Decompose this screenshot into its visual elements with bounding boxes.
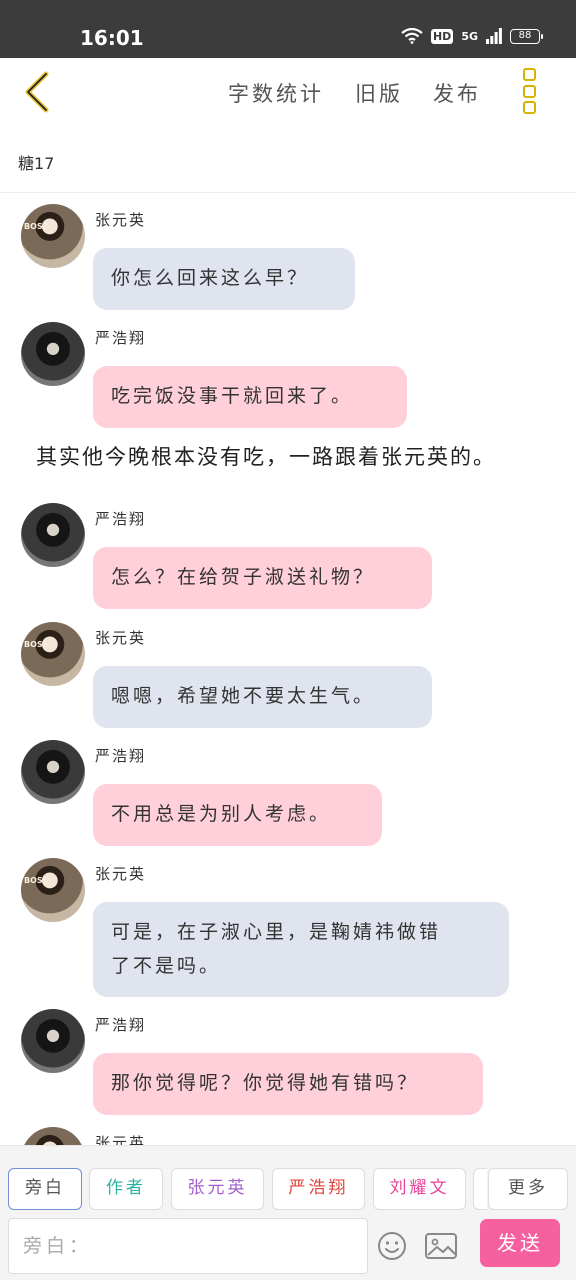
menu-dot-icon [523,101,536,114]
chevron-left-icon [25,71,49,113]
message-text: 那你觉得呢？你觉得她有错吗？ [111,1072,420,1094]
more-roles-button[interactable]: 更多 [488,1168,568,1210]
signal-bars-icon [486,28,502,44]
message-bubble[interactable]: 那你觉得呢？你觉得她有错吗？ [93,1053,483,1115]
message-bubble[interactable]: 怎么？在给贺子淑送礼物？ [93,547,432,609]
avatar[interactable] [21,740,85,804]
message-text: 怎么？在给贺子淑送礼物？ [111,566,376,588]
story-title: 糖17 [18,154,55,173]
narration-text: 其实他今晚根本没有吃，一路跟着张元英的。 [36,445,496,469]
role-zhang-button[interactable]: 张元英 [171,1168,264,1210]
avatar[interactable] [21,322,85,386]
sender-name: 严浩翔 [95,1016,147,1034]
message-bubble[interactable]: 吃完饭没事干就回来了。 [93,366,407,428]
image-button[interactable] [424,1230,458,1262]
role-yan-button[interactable]: 严浩翔 [272,1168,365,1210]
wifi-icon [401,28,423,44]
word-count-button[interactable]: 字数统计 [228,78,324,108]
sender-name: 张元英 [95,1134,147,1145]
avatar[interactable] [21,503,85,567]
message-input[interactable] [9,1219,367,1273]
sender-name: 张元英 [95,211,147,229]
emoji-button[interactable] [376,1230,408,1262]
compose-bar: 旁白 作者 张元英 严浩翔 刘耀文 更多 发送 [0,1145,576,1280]
message-text: 嗯嗯，希望她不要太生气。 [111,685,376,707]
role-label: 严浩翔 [288,1178,349,1198]
sender-name: 严浩翔 [95,510,147,528]
more-menu-button[interactable] [523,68,537,114]
menu-dot-icon [523,84,536,98]
message-text: 你怎么回来这么早？ [111,267,310,289]
role-label: 张元英 [187,1178,248,1198]
role-label: 刘耀文 [389,1178,450,1198]
hd-badge: HD [430,28,454,44]
battery-icon: 88 [510,28,543,44]
role-label: 作者 [106,1178,146,1198]
message-input-box [8,1218,368,1274]
message-bubble[interactable]: 嗯嗯，希望她不要太生气。 [93,666,432,728]
back-button[interactable] [18,68,58,116]
message-bubble[interactable]: 你怎么回来这么早？ [93,248,355,310]
avatar[interactable] [21,1009,85,1073]
send-label: 发送 [497,1231,543,1255]
top-bar: 字数统计 旧版 发布 [0,58,576,128]
chat-area[interactable]: BOSS 张元英 你怎么回来这么早？ 严浩翔 吃完饭没事干就回来了。 其实他今晚… [0,193,576,1145]
role-narration-button[interactable]: 旁白 [8,1168,82,1210]
role-label: 旁白 [25,1178,65,1198]
status-icons: HD 5G 88 [401,28,543,44]
emoji-icon [378,1232,406,1260]
old-version-button[interactable]: 旧版 [355,78,403,108]
status-time: 16:01 [80,26,144,50]
avatar[interactable]: BOSS [21,204,85,268]
image-icon [425,1233,457,1259]
menu-dot-icon [523,68,536,81]
status-bar: 16:01 HD 5G 88 [0,0,576,58]
role-author-button[interactable]: 作者 [89,1168,163,1210]
sender-name: 张元英 [95,629,147,647]
role-partial-button[interactable] [473,1168,487,1210]
message-bubble[interactable]: 可是，在子淑心里，是鞠婧祎做错 了不是吗。 [93,902,509,997]
message-text: 吃完饭没事干就回来了。 [111,385,354,407]
message-text-line: 了不是吗。 [111,955,222,977]
message-bubble[interactable]: 不用总是为别人考虑。 [93,784,382,846]
sender-name: 张元英 [95,865,147,883]
send-button[interactable]: 发送 [480,1219,560,1267]
message-text-line: 可是，在子淑心里，是鞠婧祎做错 [111,921,442,943]
sender-name: 严浩翔 [95,329,147,347]
sender-name: 严浩翔 [95,747,147,765]
role-liu-button[interactable]: 刘耀文 [373,1168,466,1210]
avatar[interactable]: BOSS [21,622,85,686]
avatar[interactable]: BOSS [21,1127,85,1145]
message-text: 不用总是为别人考虑。 [111,803,332,825]
publish-button[interactable]: 发布 [433,78,481,108]
role-label: 更多 [508,1178,548,1198]
avatar[interactable]: BOSS [21,858,85,922]
signal-label: 5G [461,29,478,43]
